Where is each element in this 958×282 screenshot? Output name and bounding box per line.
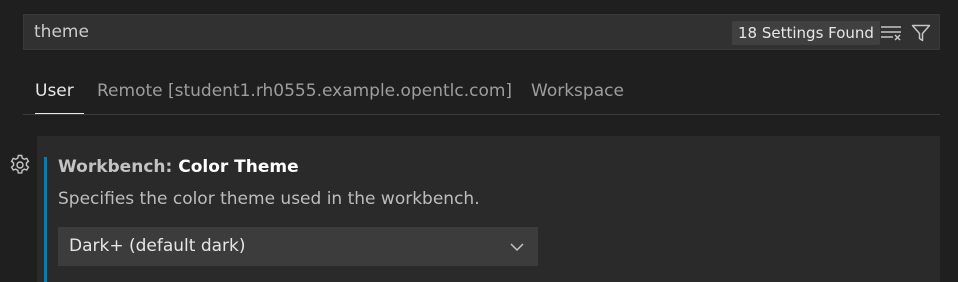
setting-title: Workbench: Color Theme [58,157,299,177]
color-theme-dropdown[interactable]: Dark+ (default dark) [58,227,538,266]
setting-name: Color Theme [178,157,299,177]
clear-filter-icon[interactable] [879,21,903,45]
chevron-down-icon [509,239,525,255]
settings-scope-tabs: User Remote [student1.rh0555.example.ope… [23,70,940,115]
settings-search-input[interactable] [34,15,714,49]
tab-remote[interactable]: Remote [student1.rh0555.example.opentlc.… [97,70,512,114]
tab-workspace[interactable]: Workspace [531,70,624,114]
gear-icon[interactable] [8,153,32,177]
setting-category: Workbench: [58,157,179,177]
setting-description: Specifies the color theme used in the wo… [58,189,480,209]
focus-indicator [44,157,47,282]
selected-theme-value: Dark+ (default dark) [69,236,246,256]
results-count-badge: 18 Settings Found [732,21,880,45]
settings-search-bar: 18 Settings Found [23,14,940,50]
tab-user[interactable]: User [35,70,84,114]
filter-icon[interactable] [909,21,933,45]
color-theme-setting: Workbench: Color Theme Specifies the col… [37,136,940,282]
